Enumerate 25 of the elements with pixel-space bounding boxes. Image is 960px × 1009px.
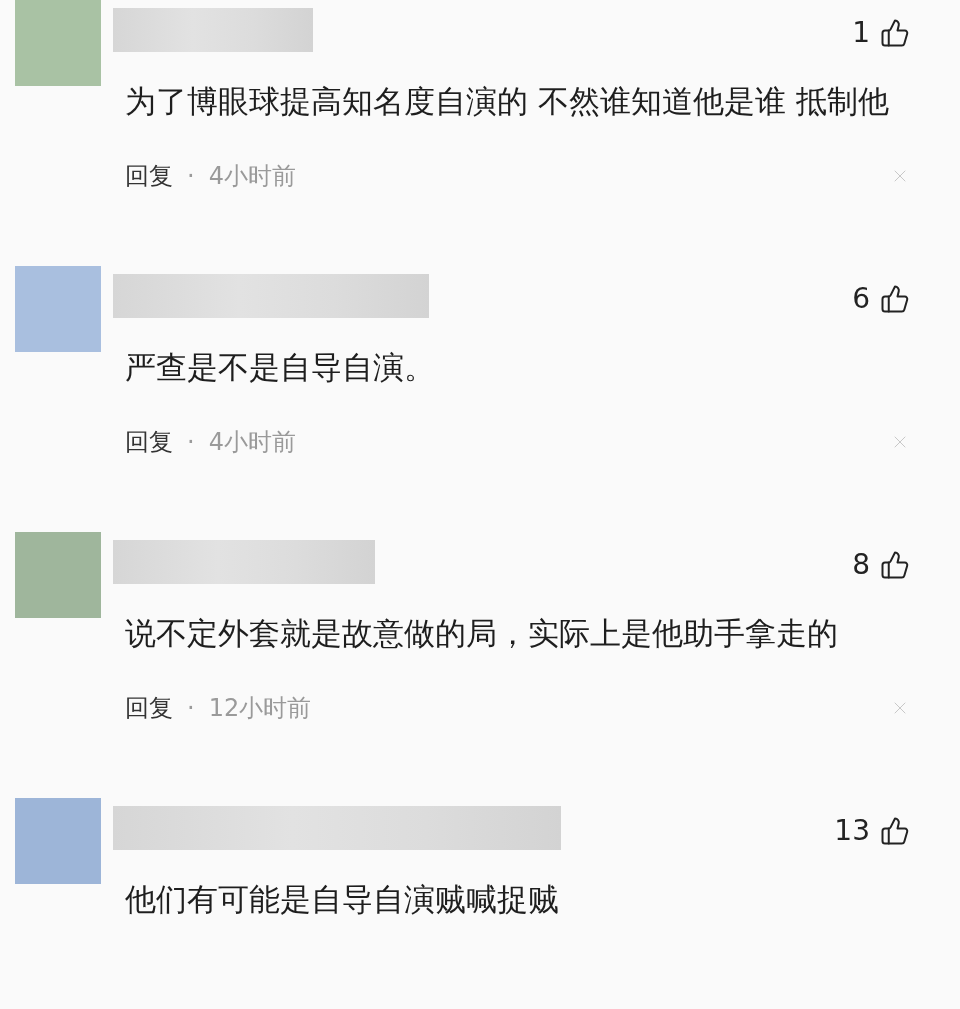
comment-text: 他们有可能是自导自演贼喊捉贼 — [124, 880, 560, 919]
timestamp: 4小时前 — [208, 427, 296, 458]
like-count: 1 — [852, 16, 870, 49]
avatar[interactable] — [15, 266, 101, 352]
separator-dot: · — [187, 162, 195, 190]
separator-dot: · — [187, 428, 195, 456]
like-count: 6 — [852, 282, 870, 315]
comment-text: 严查是不是自导自演。 — [124, 348, 436, 387]
thumbs-up-icon[interactable] — [880, 17, 910, 48]
reply-link[interactable]: 回复 — [125, 692, 173, 724]
thumbs-up-icon[interactable] — [880, 283, 910, 314]
reply-link[interactable]: 回复 — [125, 160, 173, 192]
thumbs-up-icon[interactable] — [880, 549, 910, 580]
separator-dot: · — [187, 694, 195, 722]
reply-link[interactable]: 回复 — [125, 426, 173, 458]
thumbs-up-icon[interactable] — [880, 815, 910, 846]
like-count: 8 — [852, 548, 870, 581]
comment-text: 说不定外套就是故意做的局，实际上是他助手拿走的 — [124, 614, 839, 653]
comment-text: 为了博眼球提高知名度自演的 不然谁知道他是谁 抵制他 — [124, 82, 890, 121]
timestamp: 12小时前 — [208, 693, 312, 724]
avatar[interactable] — [15, 532, 101, 618]
avatar[interactable] — [15, 0, 101, 86]
avatar[interactable] — [15, 798, 101, 884]
like-count: 13 — [834, 814, 870, 847]
timestamp: 4小时前 — [208, 161, 296, 192]
